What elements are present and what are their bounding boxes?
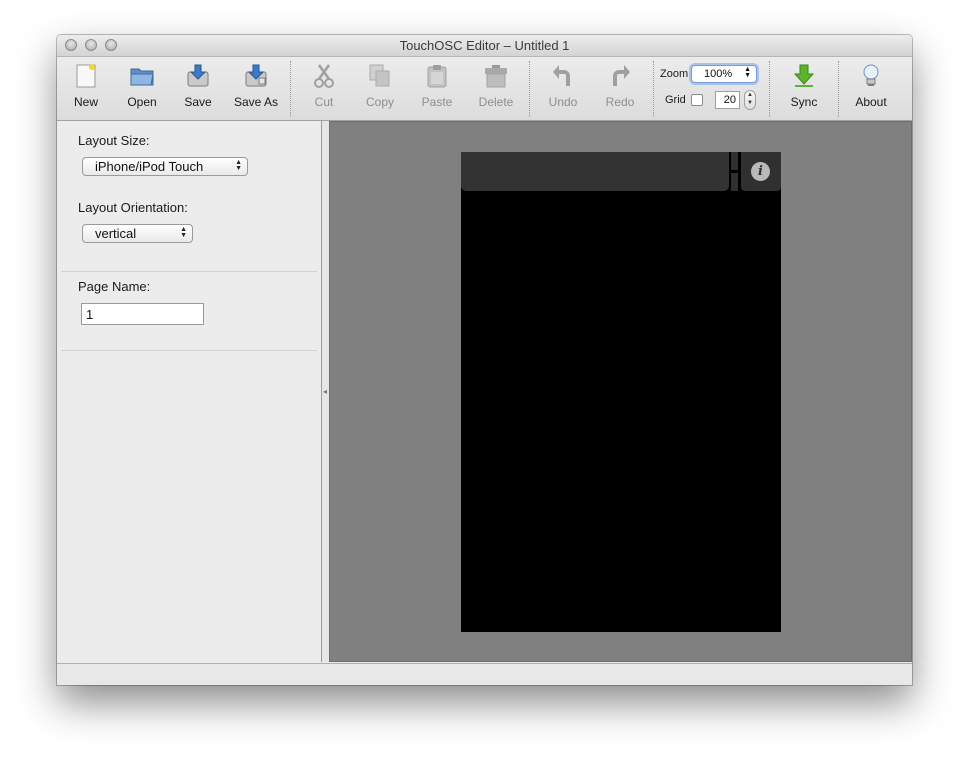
redo-arrow-icon bbox=[607, 63, 633, 89]
scissors-icon bbox=[311, 63, 337, 89]
delete-label: Delete bbox=[478, 95, 514, 109]
delete-button[interactable]: Delete bbox=[476, 63, 516, 115]
undo-arrow-icon bbox=[550, 63, 576, 89]
zoom-label: Zoom bbox=[660, 68, 689, 80]
grid-label: Grid bbox=[665, 94, 686, 106]
grid-size-field[interactable]: 20 bbox=[715, 91, 740, 109]
save-icon bbox=[185, 63, 211, 89]
app-window: TouchOSC Editor – Untitled 1 New Open Sa… bbox=[57, 35, 912, 685]
title-bar: TouchOSC Editor – Untitled 1 bbox=[57, 35, 912, 57]
save-as-label: Save As bbox=[233, 95, 279, 109]
save-as-icon bbox=[243, 63, 269, 89]
new-document-icon bbox=[73, 63, 99, 89]
updown-arrows-icon: ▲ ▼ bbox=[235, 159, 242, 172]
info-button[interactable]: i bbox=[741, 152, 781, 191]
trash-icon bbox=[483, 63, 509, 89]
layout-canvas[interactable]: i bbox=[329, 121, 912, 662]
about-label: About bbox=[855, 95, 887, 109]
page-name-label: Page Name: bbox=[78, 279, 151, 294]
window-title: TouchOSC Editor – Untitled 1 bbox=[399, 38, 570, 53]
section-divider bbox=[61, 350, 317, 351]
save-as-button[interactable]: Save As bbox=[233, 63, 279, 115]
clipboard-icon bbox=[424, 63, 450, 89]
download-arrow-icon bbox=[791, 63, 817, 89]
undo-button[interactable]: Undo bbox=[547, 63, 579, 115]
section-divider bbox=[61, 271, 317, 272]
cut-label: Cut bbox=[314, 95, 334, 109]
layout-orientation-label: Layout Orientation: bbox=[78, 200, 188, 215]
open-button[interactable]: Open bbox=[125, 63, 159, 115]
paste-label: Paste bbox=[421, 95, 453, 109]
about-button[interactable]: About bbox=[853, 63, 889, 115]
lightbulb-icon bbox=[858, 63, 884, 89]
sync-label: Sync bbox=[790, 95, 818, 109]
layout-size-label: Layout Size: bbox=[78, 133, 150, 148]
toolbar-separator bbox=[653, 61, 654, 117]
redo-button[interactable]: Redo bbox=[604, 63, 636, 115]
grid-size-stepper[interactable]: ▲ ▼ bbox=[744, 90, 756, 110]
grid-checkbox[interactable] bbox=[691, 94, 703, 106]
copy-label: Copy bbox=[365, 95, 394, 109]
new-button[interactable]: New bbox=[71, 63, 101, 115]
updown-arrows-icon: ▲ ▼ bbox=[744, 66, 751, 79]
page-tab[interactable] bbox=[461, 152, 729, 191]
toolbar-separator bbox=[769, 61, 770, 117]
toolbar-separator bbox=[529, 61, 530, 117]
cut-button[interactable]: Cut bbox=[309, 63, 339, 115]
zoom-value: 100% bbox=[704, 68, 733, 80]
zoom-select[interactable]: 100% ▲ ▼ bbox=[691, 65, 757, 83]
new-label: New bbox=[73, 95, 98, 109]
toolbar: New Open Save Save As Cut Copy Paste Del… bbox=[57, 57, 912, 121]
sync-button[interactable]: Sync bbox=[789, 63, 819, 115]
redo-label: Redo bbox=[605, 95, 635, 109]
info-icon: i bbox=[751, 162, 770, 181]
folder-open-icon bbox=[129, 63, 155, 89]
grip-icon: ◂ bbox=[323, 387, 328, 396]
properties-sidebar: Layout Size: iPhone/iPod Touch ▲ ▼ Layout… bbox=[57, 121, 322, 662]
tab-divider bbox=[731, 152, 738, 170]
open-label: Open bbox=[127, 95, 157, 109]
save-button[interactable]: Save bbox=[183, 63, 213, 115]
device-preview[interactable]: i bbox=[461, 152, 781, 632]
copy-icon bbox=[367, 63, 393, 89]
undo-label: Undo bbox=[548, 95, 578, 109]
updown-arrows-icon: ▲ ▼ bbox=[180, 226, 187, 239]
status-bar bbox=[57, 663, 912, 685]
toolbar-separator bbox=[290, 61, 291, 117]
layout-orientation-value: vertical bbox=[95, 226, 137, 241]
layout-size-select[interactable]: iPhone/iPod Touch ▲ ▼ bbox=[82, 157, 248, 176]
paste-button[interactable]: Paste bbox=[420, 63, 454, 115]
layout-orientation-select[interactable]: vertical ▲ ▼ bbox=[82, 224, 193, 243]
copy-button[interactable]: Copy bbox=[364, 63, 396, 115]
tab-divider bbox=[731, 173, 738, 191]
toolbar-separator bbox=[838, 61, 839, 117]
layout-size-value: iPhone/iPod Touch bbox=[95, 159, 204, 174]
split-view-handle[interactable]: ◂ bbox=[322, 121, 329, 662]
save-label: Save bbox=[184, 95, 212, 109]
page-name-field[interactable]: 1 bbox=[81, 303, 204, 325]
